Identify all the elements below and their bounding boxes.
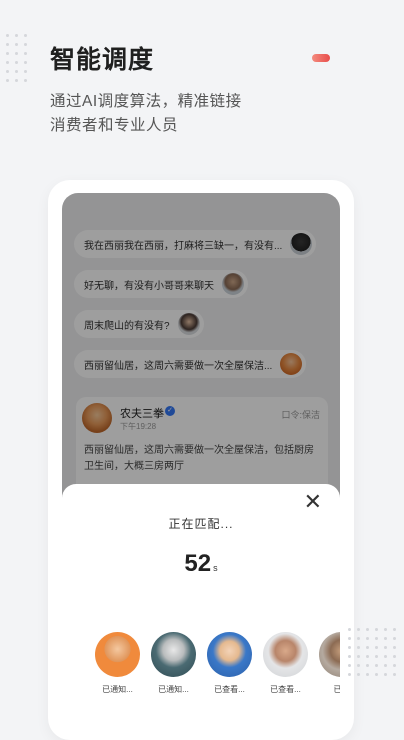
- decorative-dots: [6, 34, 27, 82]
- avatar: [263, 632, 308, 677]
- person-item[interactable]: 已通知...: [95, 632, 140, 695]
- countdown-number: 52: [184, 550, 212, 577]
- decorative-dots: [348, 628, 396, 676]
- page-subtitle: 通过AI调度算法，精准链接 消费者和专业人员: [50, 93, 242, 134]
- accent-pill: [312, 54, 330, 62]
- person-status: 已查看...: [270, 685, 301, 694]
- close-icon[interactable]: ✕: [304, 488, 322, 516]
- matching-sheet: ✕ 正在匹配... 52 s 已通知... 已通知... 已查看... 已查看..…: [62, 484, 340, 720]
- countdown-unit: s: [213, 563, 218, 573]
- person-item[interactable]: 已查看...: [207, 632, 252, 695]
- avatar: [151, 632, 196, 677]
- person-item[interactable]: 已通: [319, 632, 340, 695]
- person-status: 已通知...: [102, 685, 133, 694]
- person-status: 已通: [333, 685, 341, 694]
- matching-status: 正在匹配...: [168, 517, 234, 531]
- avatar: [95, 632, 140, 677]
- avatar: [207, 632, 252, 677]
- person-item[interactable]: 已查看...: [263, 632, 308, 695]
- page-title: 智能调度: [50, 46, 155, 74]
- person-status: 已通知...: [158, 685, 189, 694]
- person-item[interactable]: 已通知...: [151, 632, 196, 695]
- person-status: 已查看...: [214, 685, 245, 694]
- countdown: 52 s: [62, 550, 340, 578]
- avatar: [319, 632, 340, 677]
- matched-people: 已通知... 已通知... 已查看... 已查看... 已通: [95, 632, 340, 695]
